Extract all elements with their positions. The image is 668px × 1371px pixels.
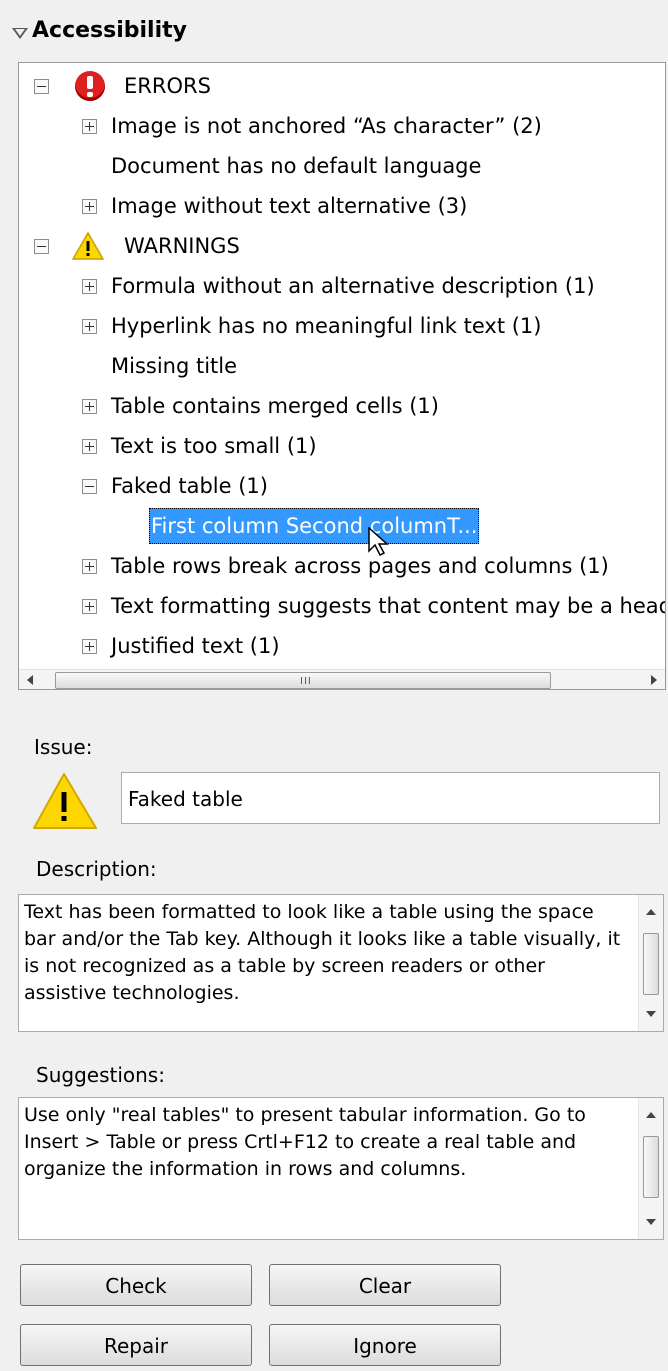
expand-toggle-icon[interactable] (82, 319, 97, 334)
tree-item[interactable]: Table contains merged cells (1) (19, 387, 659, 425)
tree-item-label: Document has no default language (111, 154, 482, 178)
tree-item[interactable]: Formula without an alternative descripti… (19, 267, 659, 305)
ignore-button[interactable]: Ignore (269, 1324, 501, 1366)
collapse-toggle-icon[interactable] (34, 79, 49, 94)
tree-node-warnings[interactable]: WARNINGS (19, 227, 659, 265)
issues-tree[interactable]: ERRORS Image is not anchored “As charact… (18, 62, 666, 690)
warning-icon (71, 231, 105, 260)
collapse-triangle-icon[interactable] (12, 28, 28, 39)
collapse-toggle-icon[interactable] (34, 239, 49, 254)
tree-item[interactable]: Text is too small (1) (19, 427, 659, 465)
collapse-toggle-icon[interactable] (82, 479, 97, 494)
scrollbar-thumb[interactable]: III (55, 672, 551, 689)
tree-item-label: Table rows break across pages and column… (111, 554, 609, 578)
tree-item-label: Text is too small (1) (111, 434, 317, 458)
tree-item-label: Text formatting suggests that content ma… (111, 594, 666, 618)
expand-toggle-icon[interactable] (82, 559, 97, 574)
suggestions-label: Suggestions: (36, 1063, 165, 1087)
tree-item[interactable]: Document has no default language (19, 147, 659, 185)
vertical-scrollbar[interactable] (638, 1098, 663, 1239)
issue-field[interactable]: Faked table (121, 772, 660, 824)
tree-item-label: Table contains merged cells (1) (111, 394, 439, 418)
description-text: Text has been formatted to look like a t… (24, 901, 621, 1004)
expand-toggle-icon[interactable] (82, 639, 97, 654)
error-icon (75, 71, 105, 101)
issue-label: Issue: (34, 735, 93, 759)
tree-item-selected[interactable]: First column Second columnT... (19, 507, 659, 557)
tree-item[interactable]: Justified text (1) (19, 627, 659, 665)
description-textarea[interactable]: Text has been formatted to look like a t… (18, 894, 664, 1032)
warning-icon (33, 773, 97, 829)
vertical-scrollbar[interactable] (638, 895, 663, 1031)
expand-toggle-icon[interactable] (82, 279, 97, 294)
expand-toggle-icon[interactable] (82, 119, 97, 134)
scroll-up-icon[interactable] (646, 909, 656, 915)
expand-toggle-icon[interactable] (82, 199, 97, 214)
tree-item[interactable]: Image is not anchored “As character” (2) (19, 107, 659, 145)
repair-button[interactable]: Repair (20, 1324, 252, 1366)
scroll-right-icon[interactable] (651, 675, 657, 685)
panel-header[interactable]: Accessibility (0, 0, 668, 62)
suggestions-textarea[interactable]: Use only "real tables" to present tabula… (18, 1097, 664, 1240)
horizontal-scrollbar[interactable]: III (19, 669, 665, 689)
tree-item[interactable]: Table rows break across pages and column… (19, 547, 659, 585)
scroll-down-icon[interactable] (646, 1011, 656, 1017)
tree-item[interactable]: Image without text alternative (3) (19, 187, 659, 225)
tree-node-label: ERRORS (124, 74, 211, 98)
tree-item-label: Image is not anchored “As character” (2) (111, 114, 542, 138)
tree-node-label: WARNINGS (124, 234, 240, 258)
tree-item-label: Formula without an alternative descripti… (111, 274, 595, 298)
tree-item-label: Image without text alternative (3) (111, 194, 468, 218)
tree-item-label: Faked table (1) (111, 474, 268, 498)
suggestions-text: Use only "real tables" to present tabula… (24, 1104, 586, 1180)
panel-title: Accessibility (32, 18, 187, 43)
expand-toggle-icon[interactable] (82, 439, 97, 454)
tree-node-errors[interactable]: ERRORS (19, 67, 659, 105)
scroll-up-icon[interactable] (646, 1112, 656, 1118)
scrollbar-thumb[interactable] (643, 933, 659, 995)
description-label: Description: (36, 857, 157, 881)
clear-button[interactable]: Clear (269, 1264, 501, 1306)
scrollbar-thumb[interactable] (643, 1136, 659, 1198)
check-button[interactable]: Check (20, 1264, 252, 1306)
tree-item-label: Hyperlink has no meaningful link text (1… (111, 314, 542, 338)
tree-item[interactable]: Hyperlink has no meaningful link text (1… (19, 307, 659, 345)
tree-item-label: Missing title (111, 354, 238, 378)
tree-item-label: First column Second columnT... (149, 508, 480, 544)
scroll-left-icon[interactable] (27, 675, 33, 685)
expand-toggle-icon[interactable] (82, 399, 97, 414)
scrollbar-grip: III (300, 676, 312, 687)
expand-toggle-icon[interactable] (82, 599, 97, 614)
tree-item-label: Justified text (1) (111, 634, 280, 658)
tree-item[interactable]: Faked table (1) (19, 467, 659, 505)
tree-item[interactable]: Text formatting suggests that content ma… (19, 587, 665, 625)
scroll-down-icon[interactable] (646, 1219, 656, 1225)
tree-item[interactable]: Missing title (19, 347, 659, 385)
